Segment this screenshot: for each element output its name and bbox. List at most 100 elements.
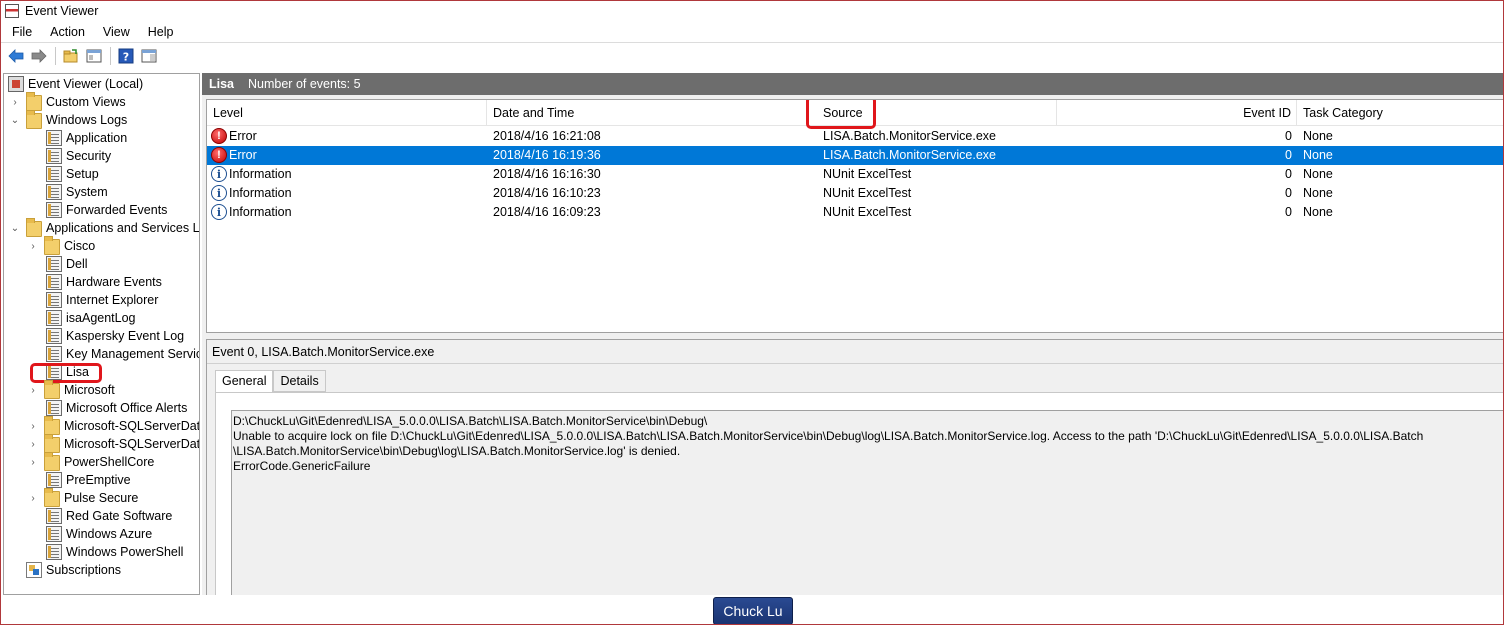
tree-item-windows-powershell[interactable]: Windows PowerShell bbox=[46, 543, 183, 561]
tree-item-label: Internet Explorer bbox=[66, 293, 159, 307]
folder-icon bbox=[44, 434, 60, 453]
user-badge: Chuck Lu bbox=[713, 597, 793, 624]
detail-title: Event 0, LISA.Batch.MonitorService.exe bbox=[207, 340, 1503, 364]
tree-item-system[interactable]: System bbox=[46, 183, 108, 201]
tree-item-preemptive[interactable]: PreEmptive bbox=[46, 471, 131, 489]
tab-details[interactable]: Details bbox=[273, 370, 326, 392]
tree-item-application[interactable]: Application bbox=[46, 129, 127, 147]
main-content: Lisa Number of events: 5 Level Date and … bbox=[202, 73, 1503, 595]
tree-item-label: Applications and Services Lo bbox=[46, 221, 200, 235]
event-viewer-window: Event Viewer File Action View Help ? Eve… bbox=[0, 0, 1504, 625]
tree-item-label: PreEmptive bbox=[66, 473, 131, 487]
tree-item-custom-views[interactable]: › Custom Views bbox=[10, 92, 126, 111]
tree-item-windows-azure[interactable]: Windows Azure bbox=[46, 525, 152, 543]
event-row[interactable]: ! Error 2018/4/16 16:19:36 LISA.Batch.Monit… bbox=[207, 146, 1503, 165]
log-icon bbox=[46, 184, 62, 200]
column-header-event-id[interactable]: Event ID bbox=[1057, 100, 1297, 126]
event-row[interactable]: i Information 2018/4/16 16:09:23 NUnit Exce… bbox=[207, 203, 1503, 222]
menu-file[interactable]: File bbox=[1, 21, 39, 43]
log-icon bbox=[46, 292, 62, 308]
tree-item-microsoft-sqlserverdata-2[interactable]: › Microsoft-SQLServerData bbox=[28, 434, 199, 453]
event-datetime: 2018/4/16 16:16:30 bbox=[493, 167, 601, 181]
log-icon bbox=[46, 328, 62, 344]
tree-item-microsoft-office-alerts[interactable]: Microsoft Office Alerts bbox=[46, 399, 187, 417]
tree-item-label: Lisa bbox=[66, 365, 89, 379]
tree-item-key-management-service[interactable]: Key Management Service bbox=[46, 345, 199, 363]
tree-item-label: Windows Azure bbox=[66, 527, 153, 541]
event-viewer-icon bbox=[8, 76, 24, 92]
tree-item-label: Cisco bbox=[64, 239, 96, 253]
tree-item-hardware-events[interactable]: Hardware Events bbox=[46, 273, 162, 291]
help-icon[interactable]: ? bbox=[115, 45, 137, 67]
chevron-right-icon[interactable]: › bbox=[28, 241, 38, 252]
tree-item-red-gate-software[interactable]: Red Gate Software bbox=[46, 507, 172, 525]
event-row[interactable]: i Information 2018/4/16 16:10:23 NUnit Exce… bbox=[207, 184, 1503, 203]
chevron-right-icon[interactable]: › bbox=[28, 385, 38, 396]
tree-item-powershellcore[interactable]: › PowerShellCore bbox=[28, 452, 154, 471]
chevron-right-icon[interactable]: › bbox=[28, 493, 38, 504]
log-icon bbox=[46, 364, 62, 380]
tree-item-forwarded-events[interactable]: Forwarded Events bbox=[46, 201, 167, 219]
event-row[interactable]: ! Error 2018/4/16 16:21:08 LISA.Batch.Monit… bbox=[207, 127, 1503, 146]
tree-item-event-viewer-local[interactable]: Event Viewer (Local) bbox=[8, 75, 143, 93]
chevron-right-icon[interactable]: › bbox=[28, 457, 38, 468]
forward-arrow-icon[interactable] bbox=[28, 45, 50, 67]
tree-item-security[interactable]: Security bbox=[46, 147, 111, 165]
chevron-down-icon[interactable]: ⌄ bbox=[10, 115, 20, 126]
tree-item-cisco[interactable]: › Cisco bbox=[28, 236, 96, 255]
tree-item-windows-logs[interactable]: ⌄ Windows Logs bbox=[10, 110, 127, 129]
log-icon bbox=[46, 472, 62, 488]
event-level: Information bbox=[229, 205, 292, 219]
column-header-date-time[interactable]: Date and Time bbox=[487, 100, 807, 126]
tree-item-lisa[interactable]: Lisa bbox=[46, 363, 89, 381]
event-row[interactable]: i Information 2018/4/16 16:16:30 NUnit Exce… bbox=[207, 165, 1503, 184]
folder-icon bbox=[26, 110, 42, 129]
tree-item-setup[interactable]: Setup bbox=[46, 165, 99, 183]
column-header-source[interactable]: Source bbox=[817, 100, 1057, 126]
log-icon bbox=[46, 544, 62, 560]
tree-item-pulse-secure[interactable]: › Pulse Secure bbox=[28, 488, 139, 507]
tree-item-microsoft-sqlserverdata-1[interactable]: › Microsoft-SQLServerData bbox=[28, 416, 199, 435]
open-folder-icon[interactable] bbox=[60, 45, 82, 67]
chevron-down-icon[interactable]: ⌄ bbox=[10, 223, 20, 234]
tree-item-internet-explorer[interactable]: Internet Explorer bbox=[46, 291, 158, 309]
column-header-level[interactable]: Level bbox=[207, 100, 487, 126]
folder-icon bbox=[26, 218, 42, 237]
menu-action[interactable]: Action bbox=[39, 21, 92, 43]
event-id: 0 bbox=[1285, 167, 1292, 181]
toolbar-separator bbox=[110, 47, 111, 65]
menu-view[interactable]: View bbox=[92, 21, 137, 43]
column-header-task-category[interactable]: Task Category bbox=[1297, 100, 1503, 126]
window-title: Event Viewer bbox=[25, 4, 99, 18]
log-icon bbox=[46, 346, 62, 362]
properties-panel-icon[interactable] bbox=[138, 45, 160, 67]
event-task-category: None bbox=[1303, 148, 1333, 162]
log-name: Lisa bbox=[209, 77, 235, 91]
tree-item-dell[interactable]: Dell bbox=[46, 255, 88, 273]
event-source: NUnit ExcelTest bbox=[823, 167, 912, 181]
log-icon bbox=[46, 310, 62, 326]
svg-text:?: ? bbox=[123, 51, 129, 64]
menu-help[interactable]: Help bbox=[137, 21, 181, 43]
chevron-right-icon[interactable]: › bbox=[10, 97, 20, 108]
info-icon: i bbox=[211, 204, 227, 220]
navigation-tree: Event Viewer (Local) › Custom Views ⌄ Wi… bbox=[3, 73, 200, 595]
chevron-right-icon[interactable]: › bbox=[28, 439, 38, 450]
tree-item-kaspersky-event-log[interactable]: Kaspersky Event Log bbox=[46, 327, 184, 345]
column-headers: Level Date and Time Source Event ID Task… bbox=[207, 100, 1503, 126]
tree-item-microsoft[interactable]: › Microsoft bbox=[28, 380, 115, 399]
event-source: NUnit ExcelTest bbox=[823, 205, 912, 219]
tab-general[interactable]: General bbox=[215, 370, 274, 393]
folder-icon bbox=[44, 380, 60, 399]
tree-item-label: Pulse Secure bbox=[64, 491, 139, 505]
event-id: 0 bbox=[1285, 186, 1292, 200]
log-header-bar: Lisa Number of events: 5 bbox=[202, 73, 1503, 95]
folder-icon bbox=[44, 452, 60, 471]
tree-item-applications-and-services[interactable]: ⌄ Applications and Services Lo bbox=[10, 218, 200, 237]
show-hide-tree-icon[interactable] bbox=[83, 45, 105, 67]
chevron-right-icon[interactable]: › bbox=[28, 421, 38, 432]
tree-item-isaagentlog[interactable]: isaAgentLog bbox=[46, 309, 136, 327]
tree-item-subscriptions[interactable]: Subscriptions bbox=[26, 561, 121, 579]
back-arrow-icon[interactable] bbox=[5, 45, 27, 67]
tree-item-label: isaAgentLog bbox=[66, 311, 136, 325]
